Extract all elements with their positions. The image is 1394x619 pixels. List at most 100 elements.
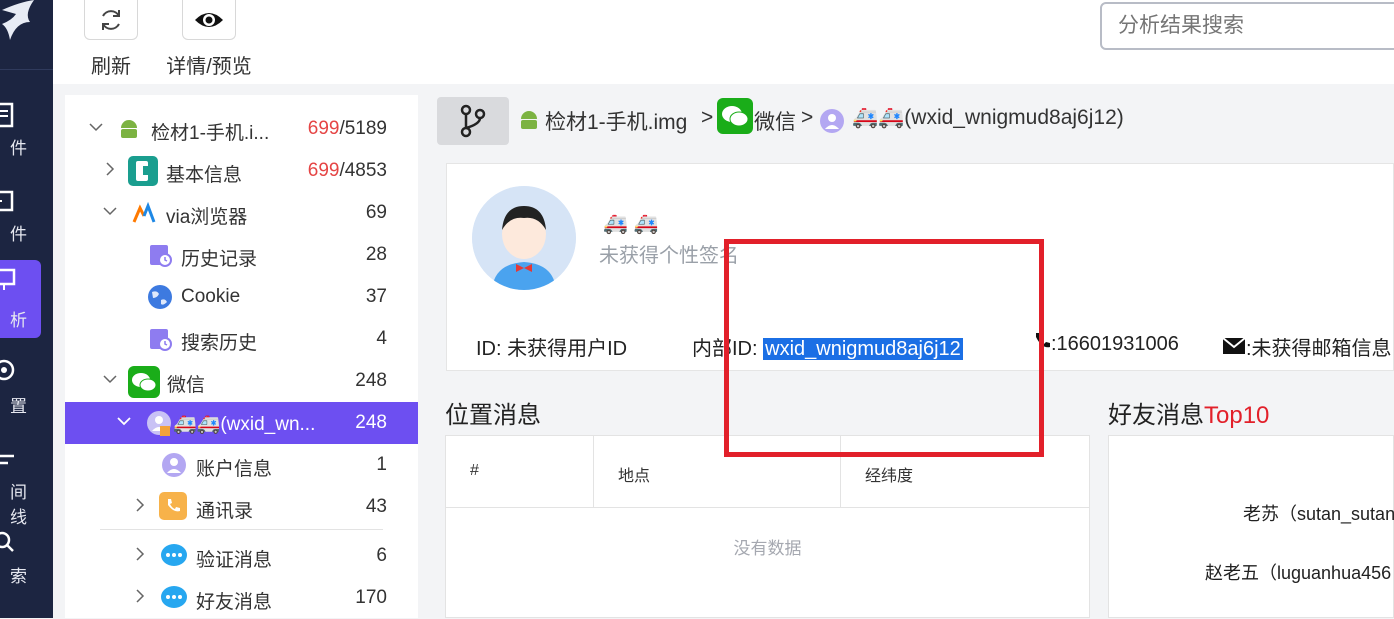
breadcrumb-app[interactable]: 微信 [754,106,796,136]
folder-icon [0,190,14,212]
column-coords: 经纬度 [865,468,914,485]
chat-bubble-icon [159,583,189,613]
left-nav: 件 件 析 置 间线 索 [0,0,53,618]
monitor-icon [0,268,16,290]
user-avatar-icon [820,109,844,133]
tree-item-wechat[interactable]: 微信 248 [65,360,418,402]
branch-button[interactable] [437,97,509,145]
divider [100,529,383,530]
tree-label: 通讯录 [196,501,254,522]
empty-state: 没有数据 [733,539,802,558]
chevron-down-icon[interactable] [103,204,117,218]
refresh-icon [102,9,120,30]
profile-avatar [472,186,576,290]
android-icon [521,111,537,129]
email-field: :未获得邮箱信息 [1222,332,1392,361]
refresh-button[interactable]: 刷新 [66,0,156,79]
document-icon [0,102,14,128]
breadcrumb-image[interactable]: 检材1-手机.img [545,106,687,136]
tree-item-via-browser[interactable]: via浏览器 69 [65,192,418,234]
chevron-down-icon[interactable] [89,120,103,134]
tree-count: 699/5189 [307,118,387,139]
chevron-right-icon[interactable] [133,498,147,512]
tree-item-cookie[interactable]: Cookie 37 [65,276,418,318]
phone-info-icon [128,156,158,186]
email-value: :未获得邮箱信息 [1246,338,1392,360]
breadcrumb-account[interactable]: 🚑🚑(wxid_wnigmud8aj6j12) [852,106,1124,130]
tree-count: 43 [365,496,387,517]
profile-signature: 未获得个性签名 [599,245,739,267]
tree-label: 验证消息 [196,550,273,571]
tree-count: 699/4853 [307,160,387,181]
history-icon [145,240,175,270]
eye-icon [195,12,223,27]
friends-top10-chart: 老苏（sutan_sutan 赵老五（luguanhua456 [1108,435,1394,618]
logo-icon [2,0,34,40]
contacts-icon [159,492,187,520]
android-icon [114,114,144,144]
git-branch-icon [460,104,486,138]
tree-item-basic-info[interactable]: 基本信息 699/4853 [65,150,418,192]
tree-label: 检材1-手机.i... [151,123,270,144]
tree-item-account-info[interactable]: 账户信息 1 [65,444,418,486]
column-place: 地点 [618,468,651,485]
breadcrumb: 检材1-手机.img > 微信 > 🚑🚑(wxid_wnigmud8aj6j12… [433,94,1394,146]
tree-count: 170 [355,587,387,608]
nav-label: 件 [10,225,27,244]
chevron-right-icon[interactable] [103,162,117,176]
column-divider [593,436,594,508]
friend-label: 赵老五（luguanhua456 [1205,563,1392,583]
search-history-icon [145,324,175,354]
refresh-label: 刷新 [91,56,131,78]
detail-preview-button[interactable]: 详情/预览 [161,0,257,79]
nav-item-timeline[interactable]: 间线 [0,440,41,527]
tree-item-wechat-account[interactable]: 🚑🚑(wxid_wn... 248 [65,402,418,444]
tree-item-contacts[interactable]: 通讯录 43 [65,486,418,528]
tree-item-verify-msg[interactable]: 验证消息 6 [65,535,418,577]
tree-count: 248 [355,370,387,391]
tree-label: Cookie [181,286,241,307]
tree-label: 历史记录 [181,249,258,270]
tree-count: 69 [365,202,387,223]
tree-label: via浏览器 [166,207,248,228]
nav-item-files2[interactable]: 件 [0,180,41,258]
tree-count: 28 [365,244,387,265]
tree-item-search-history[interactable]: 搜索历史 4 [65,318,418,360]
tree-label: 搜索历史 [181,333,258,354]
nav-label: 置 [10,397,27,416]
chevron-down-icon[interactable] [103,372,117,386]
breadcrumb-separator: > [801,106,814,129]
friends-title: 好友消息Top10 [1108,402,1270,429]
avatar-image [472,186,576,290]
tree-item-history[interactable]: 历史记录 28 [65,234,418,276]
evidence-tree: 检材1-手机.i... 699/5189 基本信息 699/4853 via浏览… [65,95,418,618]
wechat-icon [128,366,160,398]
nav-label: 析 [10,311,27,330]
location-pin-icon [0,359,15,381]
tree-count: 37 [365,286,387,307]
chevron-right-icon[interactable] [133,547,147,561]
annotation-highlight-box [724,239,1044,457]
nav-item-location[interactable]: 置 [0,352,41,430]
tree-item-root[interactable]: 检材1-手机.i... 699/5189 [65,108,418,150]
globe-icon [145,282,175,312]
phone-value: :16601931006 [1051,333,1179,355]
profile-nickname: 🚑 🚑 [603,213,659,235]
tree-label: 基本信息 [166,165,243,186]
via-browser-icon [129,198,159,228]
tree-item-friend-msg[interactable]: 好友消息 170 [65,577,418,619]
nav-item-analysis[interactable]: 析 [0,260,41,338]
detail-preview-label: 详情/预览 [166,56,252,78]
nav-item-files[interactable]: 件 [0,94,41,172]
chevron-right-icon[interactable] [133,589,147,603]
phone-field: :16601931006 [1033,332,1179,356]
tree-count: 248 [355,412,387,433]
account-icon [159,450,189,480]
nav-label: 件 [10,139,27,158]
user-id-text: ID: 未获得用户ID [476,338,628,360]
nav-label: 间线 [10,483,27,527]
search-input[interactable] [1100,2,1394,50]
chevron-down-icon[interactable] [117,414,131,428]
nav-item-search[interactable]: 索 [0,524,41,602]
tree-label: 🚑🚑(wxid_wn... [173,414,316,435]
